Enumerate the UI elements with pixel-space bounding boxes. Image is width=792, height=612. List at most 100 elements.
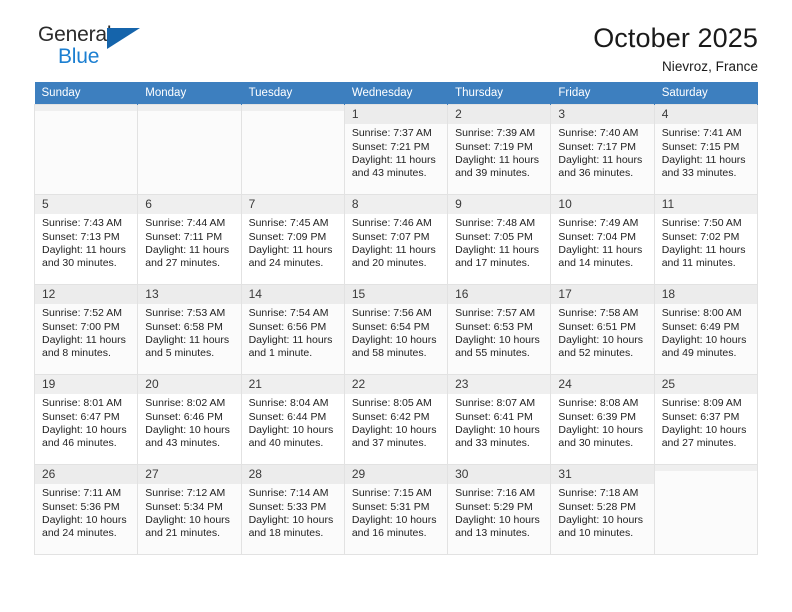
sunrise-text: Sunrise: 7:54 AM <box>248 307 329 320</box>
sunrise-text: Sunrise: 7:45 AM <box>248 217 329 230</box>
day-number: 28 <box>241 465 344 485</box>
sunset-text: Sunset: 7:04 PM <box>558 230 637 243</box>
day-info: Sunrise: 8:04 AM Sunset: 6:44 PM Daylight:… <box>242 394 344 451</box>
calendar-day-cell[interactable]: 11 Sunrise: 7:50 AM Sunset: 7:02 PM Dayligh… <box>653 194 759 285</box>
calendar-day-cell[interactable]: 15 Sunrise: 7:56 AM Sunset: 6:54 PM Dayligh… <box>343 284 449 375</box>
sunrise-text: Sunrise: 7:14 AM <box>248 487 329 500</box>
daylight-text: Daylight: 10 hours and 21 minutes. <box>145 514 230 540</box>
page-subtitle: Nievroz, France <box>661 59 758 75</box>
page-title: October 2025 <box>593 23 758 53</box>
sunset-text: Sunset: 5:34 PM <box>145 500 223 513</box>
calendar-day-cell[interactable]: 2 Sunrise: 7:39 AM Sunset: 7:19 PM Daylight… <box>447 104 552 195</box>
calendar-day-cell[interactable]: 17 Sunrise: 7:58 AM Sunset: 6:51 PM Dayligh… <box>550 284 655 375</box>
daylight-text: Daylight: 10 hours and 58 minutes. <box>351 334 437 360</box>
calendar-body: 1 Sunrise: 7:37 AM Sunset: 7:21 PM Daylight… <box>33 104 759 555</box>
day-number: 19 <box>35 375 138 395</box>
sunrise-text: Sunrise: 7:52 AM <box>42 307 122 320</box>
sunset-text: Sunset: 7:15 PM <box>661 140 740 153</box>
day-number: 5 <box>35 195 138 215</box>
sunrise-text: Sunrise: 8:09 AM <box>661 397 742 410</box>
generalblue-logo[interactable]: General Blue <box>34 24 148 72</box>
sunrise-text: Sunrise: 7:53 AM <box>145 307 226 320</box>
calendar-day-cell[interactable]: 4 Sunrise: 7:41 AM Sunset: 7:15 PM Daylight… <box>653 104 759 195</box>
calendar-day-cell[interactable]: 1 Sunrise: 7:37 AM Sunset: 7:21 PM Daylight… <box>343 104 449 195</box>
calendar-day-cell[interactable]: 10 Sunrise: 7:49 AM Sunset: 7:04 PM Dayligh… <box>550 194 655 285</box>
day-number: 30 <box>448 465 551 485</box>
calendar-day-cell[interactable]: 7 Sunrise: 7:45 AM Sunset: 7:09 PM Daylight… <box>240 194 345 285</box>
day-number: 20 <box>138 375 241 395</box>
calendar-day-cell[interactable]: 22 Sunrise: 8:05 AM Sunset: 6:42 PM Dayligh… <box>343 374 449 465</box>
day-number <box>35 105 138 111</box>
sunrise-text: Sunrise: 8:04 AM <box>248 397 329 410</box>
sunset-text: Sunset: 6:53 PM <box>455 320 533 333</box>
sunrise-text: Sunrise: 7:37 AM <box>351 127 432 140</box>
day-info: Sunrise: 7:52 AM Sunset: 7:00 PM Daylight:… <box>35 304 137 361</box>
sunrise-text: Sunrise: 7:18 AM <box>558 487 639 500</box>
weekday-header-wednesday: Wednesday <box>344 82 449 105</box>
calendar-day-cell[interactable]: 24 Sunrise: 8:08 AM Sunset: 6:39 PM Dayligh… <box>550 374 655 465</box>
day-number: 17 <box>551 285 654 305</box>
sunset-text: Sunset: 5:33 PM <box>248 500 327 513</box>
daylight-text: Daylight: 10 hours and 52 minutes. <box>558 334 644 360</box>
calendar-day-cell[interactable]: 3 Sunrise: 7:40 AM Sunset: 7:17 PM Daylight… <box>550 104 655 195</box>
daylight-text: Daylight: 10 hours and 16 minutes. <box>351 514 437 540</box>
calendar-day-cell[interactable]: 27 Sunrise: 7:12 AM Sunset: 5:34 PM Dayligh… <box>137 464 242 555</box>
day-info: Sunrise: 7:12 AM Sunset: 5:34 PM Daylight:… <box>138 484 240 541</box>
day-number: 13 <box>138 285 241 305</box>
daylight-text: Daylight: 11 hours and 20 minutes. <box>351 244 436 270</box>
day-info: Sunrise: 7:45 AM Sunset: 7:09 PM Daylight:… <box>242 214 344 271</box>
calendar-day-cell[interactable]: 5 Sunrise: 7:43 AM Sunset: 7:13 PM Daylight… <box>33 194 139 285</box>
sunset-text: Sunset: 5:36 PM <box>42 500 120 513</box>
calendar-day-cell[interactable]: 25 Sunrise: 8:09 AM Sunset: 6:37 PM Dayligh… <box>653 374 759 465</box>
day-number <box>138 105 241 111</box>
day-info: Sunrise: 7:15 AM Sunset: 5:31 PM Daylight:… <box>345 484 447 541</box>
calendar-day-cell[interactable]: 9 Sunrise: 7:48 AM Sunset: 7:05 PM Daylight… <box>447 194 552 285</box>
sunset-text: Sunset: 6:58 PM <box>145 320 223 333</box>
day-number: 2 <box>448 105 551 125</box>
sunrise-text: Sunrise: 8:08 AM <box>558 397 639 410</box>
calendar-day-cell[interactable]: 20 Sunrise: 8:02 AM Sunset: 6:46 PM Dayligh… <box>137 374 242 465</box>
calendar-day-cell[interactable]: 14 Sunrise: 7:54 AM Sunset: 6:56 PM Dayligh… <box>240 284 345 375</box>
sunrise-text: Sunrise: 7:11 AM <box>42 487 122 500</box>
calendar-day-cell[interactable]: 16 Sunrise: 7:57 AM Sunset: 6:53 PM Dayligh… <box>447 284 552 375</box>
day-info: Sunrise: 8:01 AM Sunset: 6:47 PM Daylight:… <box>35 394 137 451</box>
sunset-text: Sunset: 5:31 PM <box>351 500 430 513</box>
day-number: 16 <box>448 285 551 305</box>
sunrise-text: Sunrise: 7:41 AM <box>661 127 742 140</box>
calendar-day-cell[interactable]: 31 Sunrise: 7:18 AM Sunset: 5:28 PM Dayligh… <box>550 464 655 555</box>
calendar-day-cell[interactable]: 26 Sunrise: 7:11 AM Sunset: 5:36 PM Dayligh… <box>33 464 139 555</box>
daylight-text: Daylight: 11 hours and 17 minutes. <box>455 244 539 270</box>
calendar-day-cell[interactable]: 19 Sunrise: 8:01 AM Sunset: 6:47 PM Dayligh… <box>33 374 139 465</box>
calendar-day-cell[interactable]: 13 Sunrise: 7:53 AM Sunset: 6:58 PM Dayligh… <box>137 284 242 375</box>
day-info: Sunrise: 7:54 AM Sunset: 6:56 PM Daylight:… <box>242 304 344 361</box>
daylight-text: Daylight: 10 hours and 43 minutes. <box>145 424 230 450</box>
sunrise-text: Sunrise: 7:48 AM <box>455 217 536 230</box>
daylight-text: Daylight: 10 hours and 10 minutes. <box>558 514 644 540</box>
day-info: Sunrise: 8:09 AM Sunset: 6:37 PM Daylight:… <box>655 394 757 451</box>
calendar-day-cell[interactable]: 8 Sunrise: 7:46 AM Sunset: 7:07 PM Daylight… <box>343 194 449 285</box>
daylight-text: Daylight: 11 hours and 33 minutes. <box>661 154 746 180</box>
day-number: 9 <box>448 195 551 215</box>
page-header: General Blue October 2025 Nievroz, Franc… <box>34 0 758 75</box>
sunrise-text: Sunrise: 7:46 AM <box>351 217 432 230</box>
calendar-day-cell[interactable]: 12 Sunrise: 7:52 AM Sunset: 7:00 PM Dayligh… <box>33 284 139 375</box>
calendar-day-cell[interactable]: 30 Sunrise: 7:16 AM Sunset: 5:29 PM Dayligh… <box>447 464 552 555</box>
daylight-text: Daylight: 10 hours and 37 minutes. <box>351 424 437 450</box>
calendar-week-row: 5 Sunrise: 7:43 AM Sunset: 7:13 PM Daylight… <box>33 194 759 285</box>
calendar-day-cell[interactable]: 21 Sunrise: 8:04 AM Sunset: 6:44 PM Dayligh… <box>240 374 345 465</box>
sunset-text: Sunset: 6:49 PM <box>661 320 740 333</box>
calendar-day-cell[interactable]: 23 Sunrise: 8:07 AM Sunset: 6:41 PM Dayligh… <box>447 374 552 465</box>
sunrise-text: Sunrise: 7:58 AM <box>558 307 639 320</box>
weekday-header-sunday: Sunday <box>34 82 139 105</box>
daylight-text: Daylight: 11 hours and 14 minutes. <box>558 244 643 270</box>
calendar-day-cell[interactable]: 6 Sunrise: 7:44 AM Sunset: 7:11 PM Daylight… <box>137 194 242 285</box>
daylight-text: Daylight: 10 hours and 49 minutes. <box>661 334 747 360</box>
calendar-day-cell[interactable]: 28 Sunrise: 7:14 AM Sunset: 5:33 PM Dayligh… <box>240 464 345 555</box>
sunrise-text: Sunrise: 7:39 AM <box>455 127 536 140</box>
day-number <box>654 465 757 471</box>
day-info: Sunrise: 7:48 AM Sunset: 7:05 PM Daylight:… <box>448 214 550 271</box>
weekday-header-monday: Monday <box>137 82 242 105</box>
calendar-day-cell[interactable]: 18 Sunrise: 8:00 AM Sunset: 6:49 PM Dayligh… <box>653 284 759 375</box>
calendar-day-cell[interactable]: 29 Sunrise: 7:15 AM Sunset: 5:31 PM Dayligh… <box>343 464 449 555</box>
calendar-week-row: 26 Sunrise: 7:11 AM Sunset: 5:36 PM Dayligh… <box>33 464 759 555</box>
